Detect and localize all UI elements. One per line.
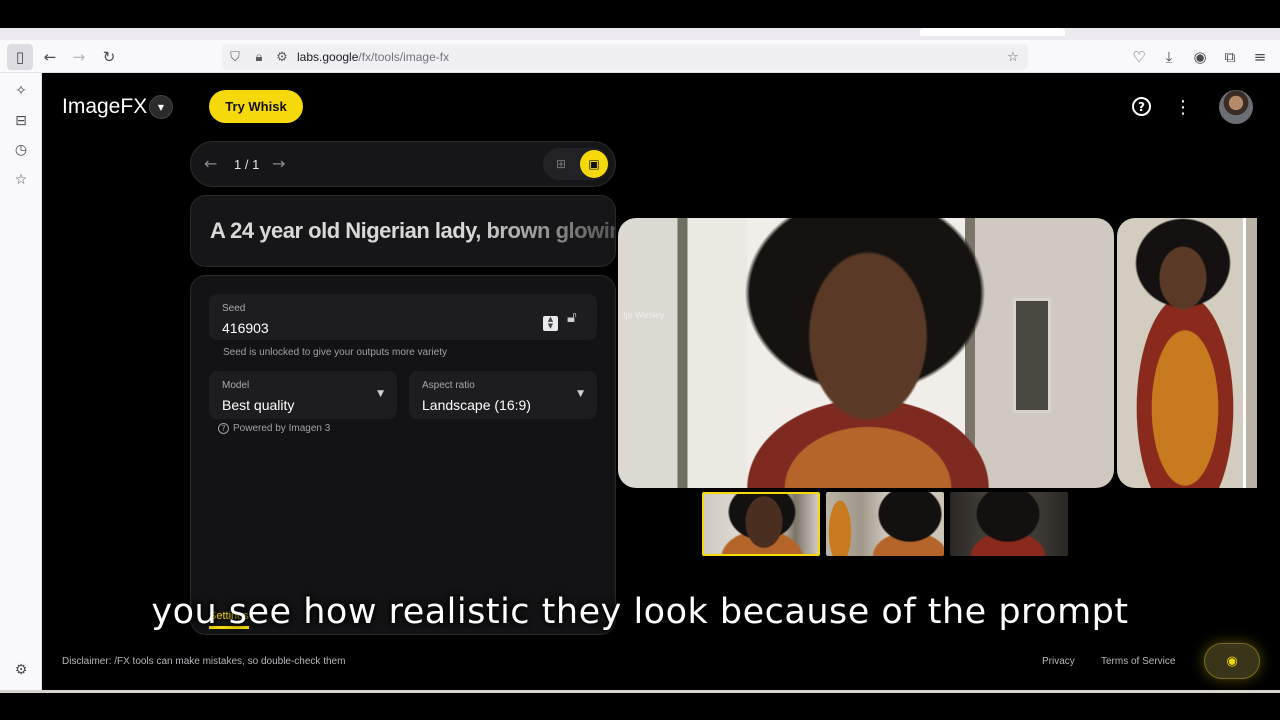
seed-label: Seed [222, 303, 246, 314]
forward-arrow-icon[interactable]: → [66, 44, 92, 70]
view-toggle: ⊞ ▣ [543, 148, 609, 180]
pager-panel: ← 1 / 1 → ⊞ ▣ [190, 141, 616, 187]
previous-arrow-icon[interactable]: ← [204, 154, 217, 173]
app-switcher-chevron-icon[interactable]: ▼ [149, 95, 173, 119]
reload-icon[interactable]: ↻ [96, 44, 122, 70]
lock-icon[interactable]: 🔒︎ [251, 49, 267, 65]
settings-gear-icon[interactable]: ⚙ [11, 660, 31, 680]
thumbnail-strip [700, 490, 1070, 558]
ai-sparkle-icon[interactable]: ✧ [11, 81, 31, 101]
aspect-label: Aspect ratio [422, 380, 475, 391]
prompt-text[interactable]: A 24 year old Nigerian lady, brown glowi… [210, 218, 615, 244]
bookmarks-icon[interactable]: ⊟ [11, 111, 31, 131]
next-arrow-icon[interactable]: → [272, 154, 285, 173]
generated-image-next[interactable] [1117, 218, 1257, 488]
menu-icon[interactable]: ≡ [1247, 44, 1273, 70]
letterbox-top [0, 0, 1280, 28]
url-bar[interactable]: ⛉ 🔒︎ ⚙ labs.google/fx/tools/image-fx ☆ [222, 44, 1028, 70]
feedback-button[interactable]: ◉ [1204, 643, 1260, 679]
video-caption: you see how realistic they look because … [151, 592, 1129, 632]
unlock-icon[interactable]: 🔓︎ [567, 308, 577, 326]
grid-view-icon[interactable]: ⊞ [551, 154, 571, 174]
help-icon[interactable]: ? [1132, 97, 1151, 116]
image-watermark: Ije Wesley [623, 310, 665, 320]
sidebar-toggle-icon[interactable]: ▯ [7, 44, 33, 70]
more-options-icon[interactable]: ⋮ [1172, 96, 1194, 118]
pocket-icon[interactable]: ♡ [1126, 44, 1152, 70]
powered-by: ? Powered by Imagen 3 [218, 423, 330, 434]
try-whisk-button[interactable]: Try Whisk [209, 90, 303, 123]
page-count: 1 / 1 [234, 157, 260, 172]
background-window [1013, 298, 1051, 413]
screen: ▯ ← → ↻ ⛉ 🔒︎ ⚙ labs.google/fx/tools/imag… [0, 0, 1280, 720]
shield-icon[interactable]: ⛉ [227, 49, 243, 65]
powered-by-text: Powered by Imagen 3 [233, 423, 331, 434]
app-title: ImageFX [62, 95, 148, 118]
model-select[interactable]: Model Best quality ▼ [209, 371, 397, 419]
extensions-icon[interactable]: ⧉ [1217, 44, 1243, 70]
browser-toolbar: ▯ ← → ↻ ⛉ 🔒︎ ⚙ labs.google/fx/tools/imag… [0, 40, 1280, 73]
privacy-link[interactable]: Privacy [1042, 656, 1075, 667]
thumbnail-3[interactable] [950, 492, 1068, 556]
seed-field[interactable]: Seed 416903 ▲ ▼ [209, 294, 597, 340]
aspect-ratio-select[interactable]: Aspect ratio Landscape (16:9) ▼ [409, 371, 597, 419]
info-icon: ? [218, 423, 229, 434]
avatar[interactable] [1219, 90, 1253, 124]
feedback-icon: ◉ [1226, 653, 1238, 669]
chevron-down-icon: ▼ [377, 389, 384, 399]
bookmark-star-icon[interactable]: ☆ [1005, 49, 1021, 65]
seed-note: Seed is unlocked to give your outputs mo… [223, 347, 448, 358]
aspect-value: Landscape (16:9) [422, 397, 531, 413]
url-text[interactable]: labs.google/fx/tools/image-fx [297, 50, 449, 64]
terms-link[interactable]: Terms of Service [1101, 656, 1175, 667]
active-tab[interactable] [920, 28, 1065, 36]
url-host: labs.google [297, 50, 359, 64]
tab-strip [0, 28, 1280, 40]
carousel-view-icon[interactable]: ▣ [580, 150, 608, 178]
url-path: /fx/tools/image-fx [358, 50, 450, 64]
generated-image-main[interactable]: Ije Wesley [618, 218, 1114, 488]
chevron-down-icon: ▼ [577, 389, 584, 399]
seed-stepper[interactable]: ▲ ▼ [543, 316, 558, 331]
account-icon[interactable]: ◉ [1187, 44, 1213, 70]
favorites-star-icon[interactable]: ☆ [11, 170, 31, 190]
thumbnail-2[interactable] [826, 492, 944, 556]
back-arrow-icon[interactable]: ← [37, 44, 63, 70]
settings-panel: Seed 416903 ▲ ▼ 🔓︎ Seed is unlocked to gi… [190, 275, 616, 635]
prompt-box[interactable]: A 24 year old Nigerian lady, brown glowi… [190, 195, 616, 267]
model-label: Model [222, 380, 250, 391]
thumbnail-1-selected[interactable] [702, 492, 820, 556]
download-icon[interactable]: ⤓ [1156, 44, 1182, 70]
history-icon[interactable]: ◷ [11, 140, 31, 160]
disclaimer: Disclaimer: /FX tools can make mistakes,… [62, 656, 346, 667]
model-value: Best quality [222, 397, 295, 413]
letterbox-bottom [0, 690, 1280, 720]
permissions-icon[interactable]: ⚙ [274, 49, 290, 65]
seed-value[interactable]: 416903 [222, 320, 269, 336]
